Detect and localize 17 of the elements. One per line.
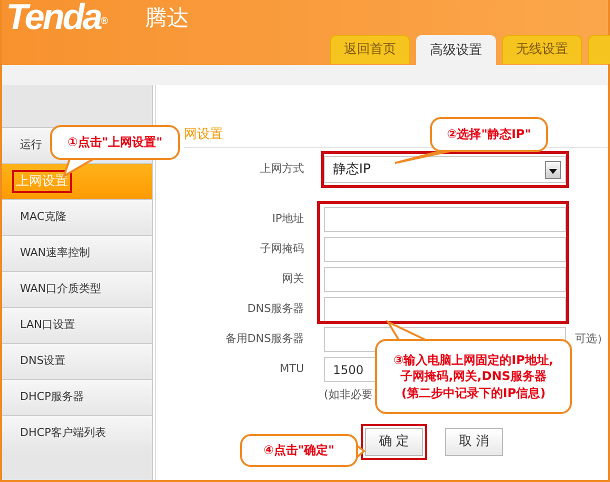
field-label: MTU	[278, 361, 304, 378]
callout-text: ④点击"确定"	[262, 442, 336, 459]
callout-text: 子网掩码,网关,DNS服务器	[400, 368, 548, 385]
field-label: IP地址	[271, 211, 304, 228]
field-label: 备用DNS服务器	[224, 331, 304, 348]
logo-text: Tenda$^{®}$	[6, 0, 106, 37]
hint-text: 可选）	[574, 331, 608, 348]
hint-text: (如非必要	[324, 387, 372, 403]
callout-text: ③输入电脑上网固定的IP地址,	[392, 352, 554, 368]
field-label: 上网方式	[259, 161, 304, 178]
field-label: 网关	[281, 271, 304, 288]
callout-text: (第二步中记录下的IP信息)	[400, 384, 547, 401]
field-label: 子网掩码	[259, 241, 304, 258]
callout-text: ②选择"静态IP"	[446, 126, 532, 143]
field-label: DNS服务器	[246, 301, 304, 318]
callout-text: ①点击"上网设置"	[66, 134, 164, 151]
logo-chinese-text: 腾达	[145, 6, 189, 32]
